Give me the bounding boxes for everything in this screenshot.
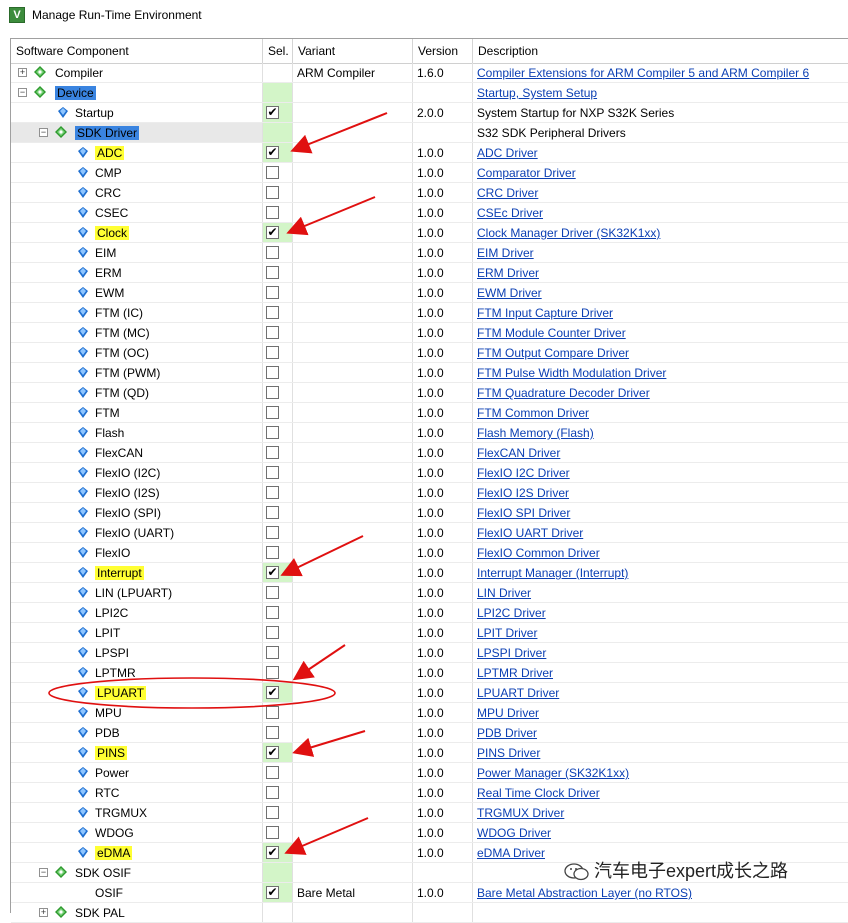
watermark-text: 汽车电子expert成长之路 [594, 861, 789, 881]
wechat-icon [564, 863, 589, 881]
arrow-interrupt [280, 535, 364, 577]
annotation-overlay [48, 112, 388, 855]
ellipse-lpuart [48, 677, 336, 709]
arrow-pins [292, 730, 366, 757]
arrow-edma [284, 817, 369, 855]
arrow-startup [290, 112, 388, 154]
arrow-clock [286, 196, 376, 236]
arrow-lptmr [292, 644, 346, 681]
